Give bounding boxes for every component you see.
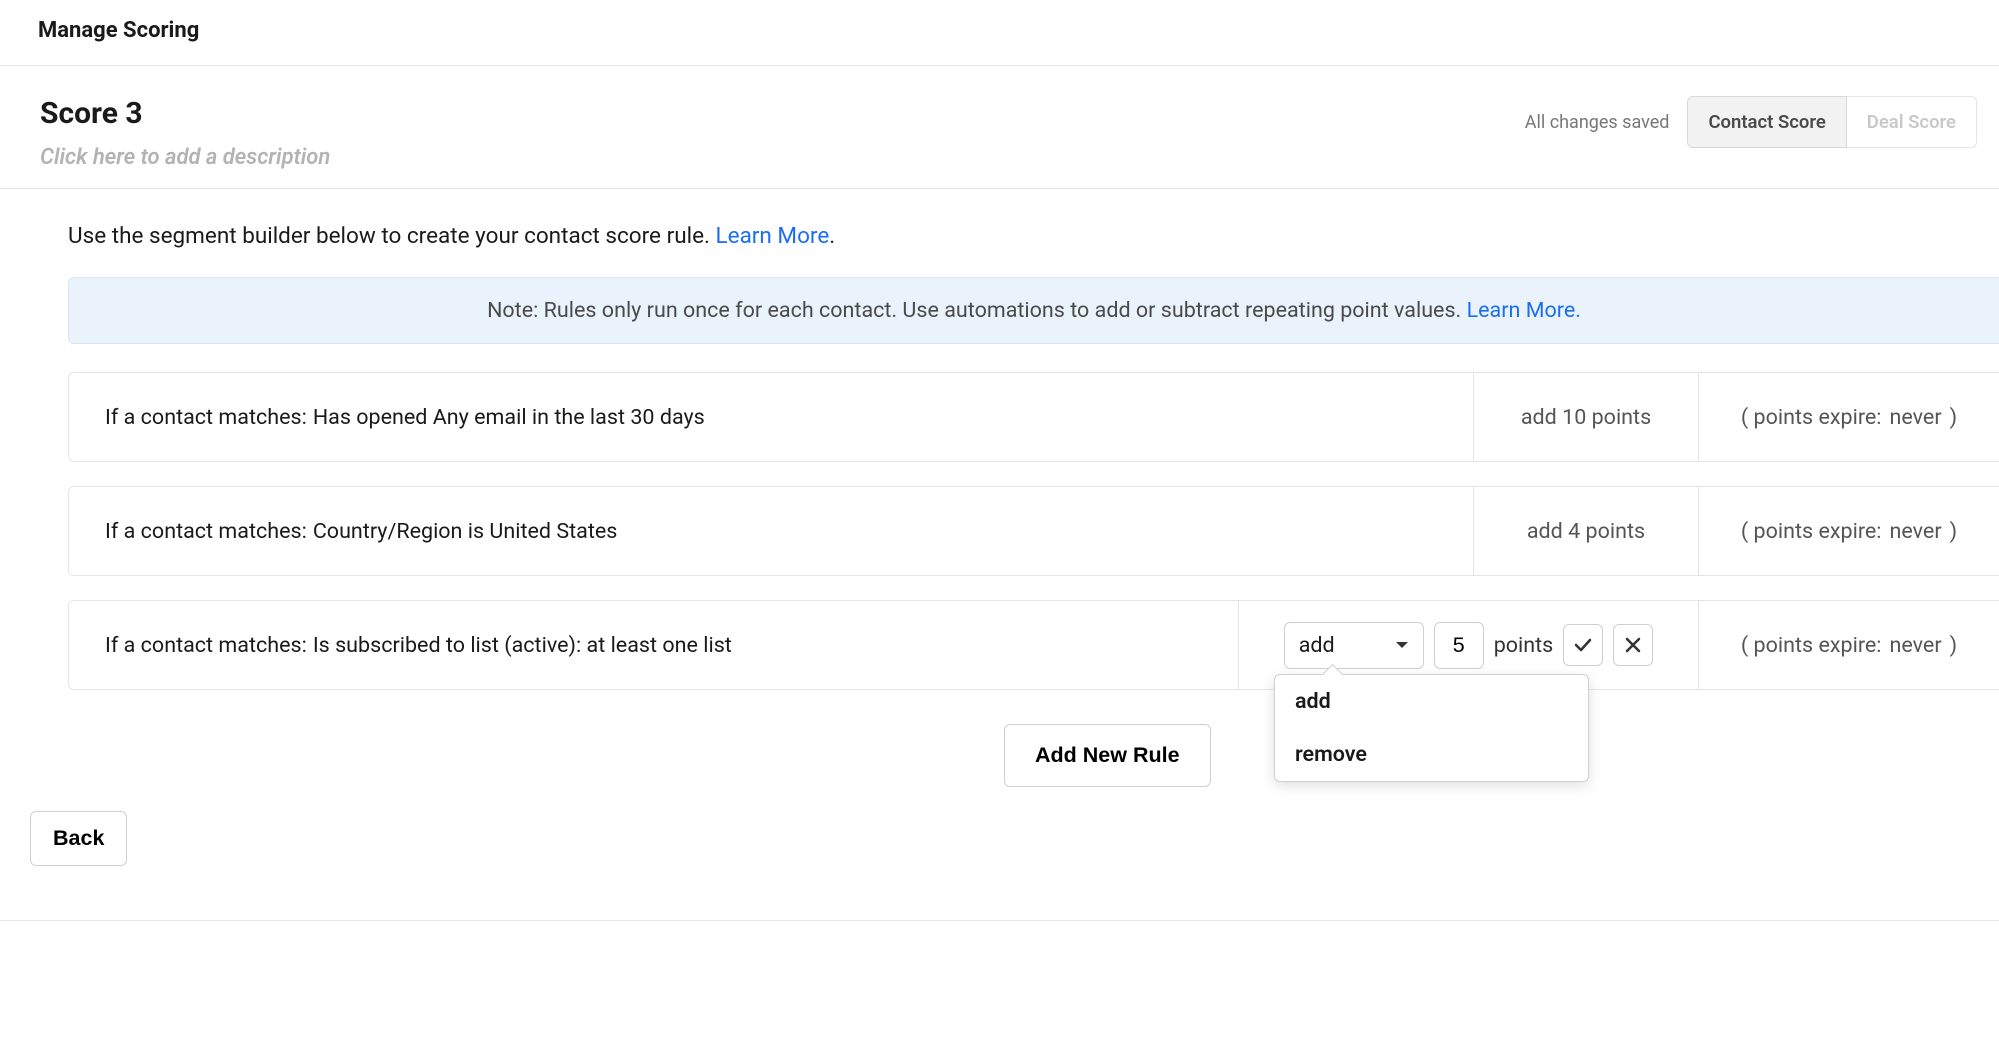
points-label: points	[1494, 633, 1554, 658]
rule-points[interactable]: add 10 points	[1474, 373, 1699, 461]
rule-expire[interactable]: ( points expire: never )	[1699, 487, 1999, 575]
close-icon	[1625, 637, 1641, 653]
add-new-rule-button[interactable]: Add New Rule	[1004, 724, 1211, 787]
score-header-right: All changes saved Contact Score Deal Sco…	[1525, 96, 1977, 148]
rule-row: If a contact matches: Has opened Any ema…	[68, 372, 1999, 462]
back-button[interactable]: Back	[30, 811, 127, 866]
operation-value: add	[1299, 633, 1335, 658]
rule-condition[interactable]: If a contact matches: Is subscribed to l…	[69, 601, 1239, 689]
operation-dropdown[interactable]: add	[1284, 622, 1424, 669]
main-content: Use the segment builder below to create …	[0, 189, 1999, 787]
add-rule-row: Add New Rule	[68, 724, 1999, 787]
rule-condition[interactable]: If a contact matches: Country/Region is …	[69, 487, 1474, 575]
note-learn-more-link[interactable]: Learn More.	[1467, 298, 1581, 323]
expire-suffix: )	[1950, 519, 1958, 544]
points-input[interactable]	[1434, 622, 1484, 669]
note-text: Note: Rules only run once for each conta…	[487, 298, 1466, 323]
expire-prefix: ( points expire:	[1741, 519, 1882, 544]
expire-prefix: ( points expire:	[1741, 405, 1882, 430]
rules-list: If a contact matches: Has opened Any ema…	[68, 372, 1999, 690]
expire-prefix: ( points expire:	[1741, 633, 1882, 658]
score-description-placeholder[interactable]: Click here to add a description	[40, 145, 330, 170]
page-title: Manage Scoring	[38, 18, 1961, 43]
rule-prefix: If a contact matches:	[105, 633, 307, 658]
rule-points-editor: add points ad	[1239, 601, 1699, 689]
rule-prefix: If a contact matches:	[105, 519, 307, 544]
rule-row: If a contact matches: Is subscribed to l…	[68, 600, 1999, 690]
score-type-tabs: Contact Score Deal Score	[1687, 96, 1977, 148]
rule-condition-value: Is subscribed to list (active): at least…	[313, 633, 732, 658]
topbar: Manage Scoring	[0, 0, 1999, 66]
score-name[interactable]: Score 3	[40, 96, 330, 131]
expire-value: never	[1890, 519, 1942, 544]
rule-points[interactable]: add 4 points	[1474, 487, 1699, 575]
operation-dropdown-menu: add remove	[1274, 674, 1589, 782]
confirm-button[interactable]	[1563, 624, 1603, 666]
intro-text: Use the segment builder below to create …	[68, 223, 1999, 249]
rule-condition-value: Country/Region is United States	[313, 519, 618, 544]
rule-expire[interactable]: ( points expire: never )	[1699, 601, 1999, 689]
note-banner: Note: Rules only run once for each conta…	[68, 277, 1999, 344]
intro-period: .	[829, 223, 835, 249]
header-row: Score 3 Click here to add a description …	[0, 66, 1999, 170]
rule-prefix: If a contact matches:	[105, 405, 307, 430]
learn-more-link[interactable]: Learn More	[716, 223, 830, 249]
tab-deal-score[interactable]: Deal Score	[1847, 96, 1977, 148]
rule-expire[interactable]: ( points expire: never )	[1699, 373, 1999, 461]
expire-value: never	[1890, 405, 1942, 430]
expire-suffix: )	[1950, 633, 1958, 658]
saved-status: All changes saved	[1525, 112, 1670, 133]
rule-condition-value: Has opened Any email in the last 30 days	[313, 405, 705, 430]
cancel-button[interactable]	[1613, 624, 1653, 666]
check-icon	[1574, 638, 1592, 652]
rule-row: If a contact matches: Country/Region is …	[68, 486, 1999, 576]
tab-contact-score[interactable]: Contact Score	[1687, 96, 1846, 148]
intro-before: Use the segment builder below to create …	[68, 223, 716, 249]
caret-down-icon	[1395, 640, 1409, 650]
dropdown-option-remove[interactable]: remove	[1275, 728, 1588, 781]
dropdown-option-add[interactable]: add	[1275, 675, 1588, 728]
score-header-left: Score 3 Click here to add a description	[40, 96, 330, 170]
bottom-divider	[0, 920, 1999, 921]
expire-value: never	[1890, 633, 1942, 658]
expire-suffix: )	[1950, 405, 1958, 430]
rule-condition[interactable]: If a contact matches: Has opened Any ema…	[69, 373, 1474, 461]
footer: Back	[0, 787, 1999, 906]
